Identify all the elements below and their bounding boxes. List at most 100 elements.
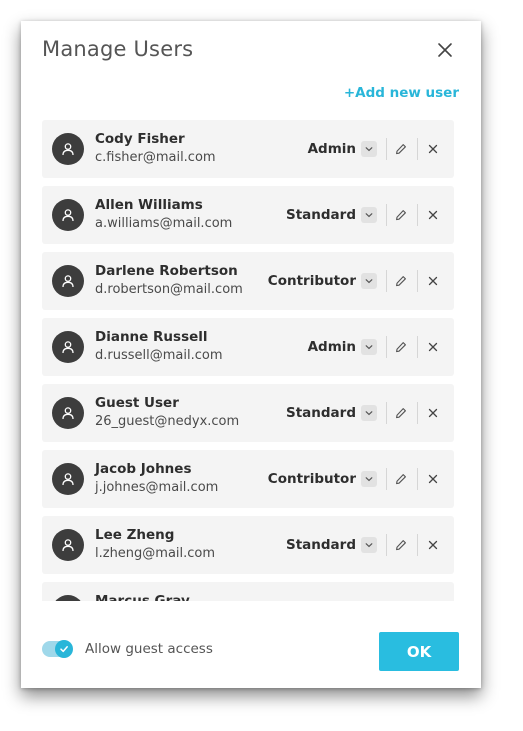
user-row: Guest User 26_guest@nedyx.com Standard — [42, 384, 454, 442]
pencil-icon — [396, 408, 406, 419]
chevron-down-icon[interactable] — [361, 405, 377, 421]
divider — [417, 534, 418, 556]
role-dropdown[interactable]: Standard — [286, 404, 377, 422]
user-icon — [62, 407, 74, 420]
role-label: Standard — [286, 537, 356, 553]
guest-access-toggle[interactable]: Allow guest access — [42, 640, 213, 658]
user-name: Dianne Russell — [95, 329, 208, 345]
user-row: Darlene Robertson d.robertson@mail.com Con… — [42, 252, 454, 310]
avatar — [52, 265, 84, 297]
toggle-track[interactable] — [42, 640, 73, 658]
user-icon — [62, 209, 74, 222]
role-label: Contributor — [267, 273, 356, 289]
user-email: a.williams@mail.com — [95, 216, 233, 231]
avatar — [52, 463, 84, 495]
divider — [386, 336, 387, 358]
user-icon — [62, 275, 74, 288]
chevron-down-icon[interactable] — [361, 471, 377, 487]
user-email: c.fisher@mail.com — [95, 150, 216, 165]
divider — [386, 468, 387, 490]
x-icon — [428, 474, 438, 484]
role-label: Admin — [307, 141, 356, 157]
user-name: Lee Zheng — [95, 527, 175, 543]
role-label: Standard — [286, 207, 356, 223]
divider — [386, 204, 387, 226]
delete-user-button[interactable] — [425, 405, 441, 421]
pencil-icon — [396, 540, 406, 551]
chevron-down-icon[interactable] — [361, 207, 377, 223]
avatar — [52, 529, 84, 561]
divider — [386, 270, 387, 292]
divider — [417, 204, 418, 226]
edit-user-button[interactable] — [393, 471, 409, 487]
edit-user-button[interactable] — [393, 141, 409, 157]
chevron-down-icon[interactable] — [361, 339, 377, 355]
delete-user-button[interactable] — [425, 207, 441, 223]
pencil-icon — [396, 474, 406, 485]
pencil-icon — [396, 276, 406, 287]
avatar — [52, 199, 84, 231]
delete-user-button[interactable] — [425, 471, 441, 487]
user-row: Lee Zheng l.zheng@mail.com Standard — [42, 516, 454, 574]
check-icon — [60, 646, 68, 653]
x-icon — [428, 342, 438, 352]
divider — [417, 468, 418, 490]
edit-user-button[interactable] — [393, 405, 409, 421]
user-row: Dianne Russell d.russell@mail.com Admin — [42, 318, 454, 376]
x-icon — [428, 408, 438, 418]
x-icon — [428, 276, 438, 286]
edit-user-button[interactable] — [393, 537, 409, 553]
user-row: Jacob Johnes j.johnes@mail.com Contributor — [42, 450, 454, 508]
user-email: d.robertson@mail.com — [95, 282, 243, 297]
user-icon — [62, 473, 74, 486]
guest-access-label: Allow guest access — [85, 641, 213, 657]
dialog-title: Manage Users — [42, 37, 194, 61]
user-name: Cody Fisher — [95, 131, 185, 147]
manage-users-dialog: Manage Users +Add new user Cody Fisher c.… — [21, 21, 481, 688]
avatar — [52, 331, 84, 363]
pencil-icon — [396, 342, 406, 353]
user-list[interactable]: Cody Fisher c.fisher@mail.com Admin Allen W… — [42, 120, 454, 601]
divider — [417, 270, 418, 292]
role-dropdown[interactable]: Admin — [308, 338, 377, 356]
close-button[interactable] — [434, 39, 456, 61]
user-row: Allen Williams a.williams@mail.com Standar… — [42, 186, 454, 244]
divider — [417, 402, 418, 424]
role-dropdown[interactable]: Contributor — [268, 272, 377, 290]
edit-user-button[interactable] — [393, 207, 409, 223]
role-dropdown[interactable]: Standard — [286, 206, 377, 224]
toggle-knob — [55, 640, 73, 658]
divider — [386, 138, 387, 160]
delete-user-button[interactable] — [425, 537, 441, 553]
user-email: j.johnes@mail.com — [95, 480, 219, 495]
delete-user-button[interactable] — [425, 339, 441, 355]
role-label: Contributor — [267, 471, 356, 487]
user-name: Jacob Johnes — [95, 461, 192, 477]
edit-user-button[interactable] — [393, 339, 409, 355]
divider — [417, 138, 418, 160]
role-dropdown[interactable]: Standard — [286, 536, 377, 554]
user-name: Allen Williams — [95, 197, 203, 213]
user-email: 26_guest@nedyx.com — [95, 414, 240, 429]
role-dropdown[interactable]: Contributor — [268, 470, 377, 488]
user-row: Cody Fisher c.fisher@mail.com Admin — [42, 120, 454, 178]
close-icon — [438, 43, 452, 57]
x-icon — [428, 540, 438, 550]
user-icon — [62, 143, 74, 156]
user-name: Darlene Robertson — [95, 263, 238, 279]
chevron-down-icon[interactable] — [361, 273, 377, 289]
user-icon — [62, 539, 74, 552]
chevron-down-icon[interactable] — [361, 537, 377, 553]
add-new-user-link[interactable]: +Add new user — [344, 85, 459, 101]
ok-button[interactable]: OK — [379, 632, 459, 671]
edit-user-button[interactable] — [393, 273, 409, 289]
avatar — [52, 133, 84, 165]
avatar — [52, 595, 84, 601]
role-dropdown[interactable]: Admin — [308, 140, 377, 158]
chevron-down-icon[interactable] — [361, 141, 377, 157]
user-email: l.zheng@mail.com — [95, 546, 216, 561]
divider — [386, 402, 387, 424]
delete-user-button[interactable] — [425, 141, 441, 157]
role-label: Standard — [286, 405, 356, 421]
delete-user-button[interactable] — [425, 273, 441, 289]
